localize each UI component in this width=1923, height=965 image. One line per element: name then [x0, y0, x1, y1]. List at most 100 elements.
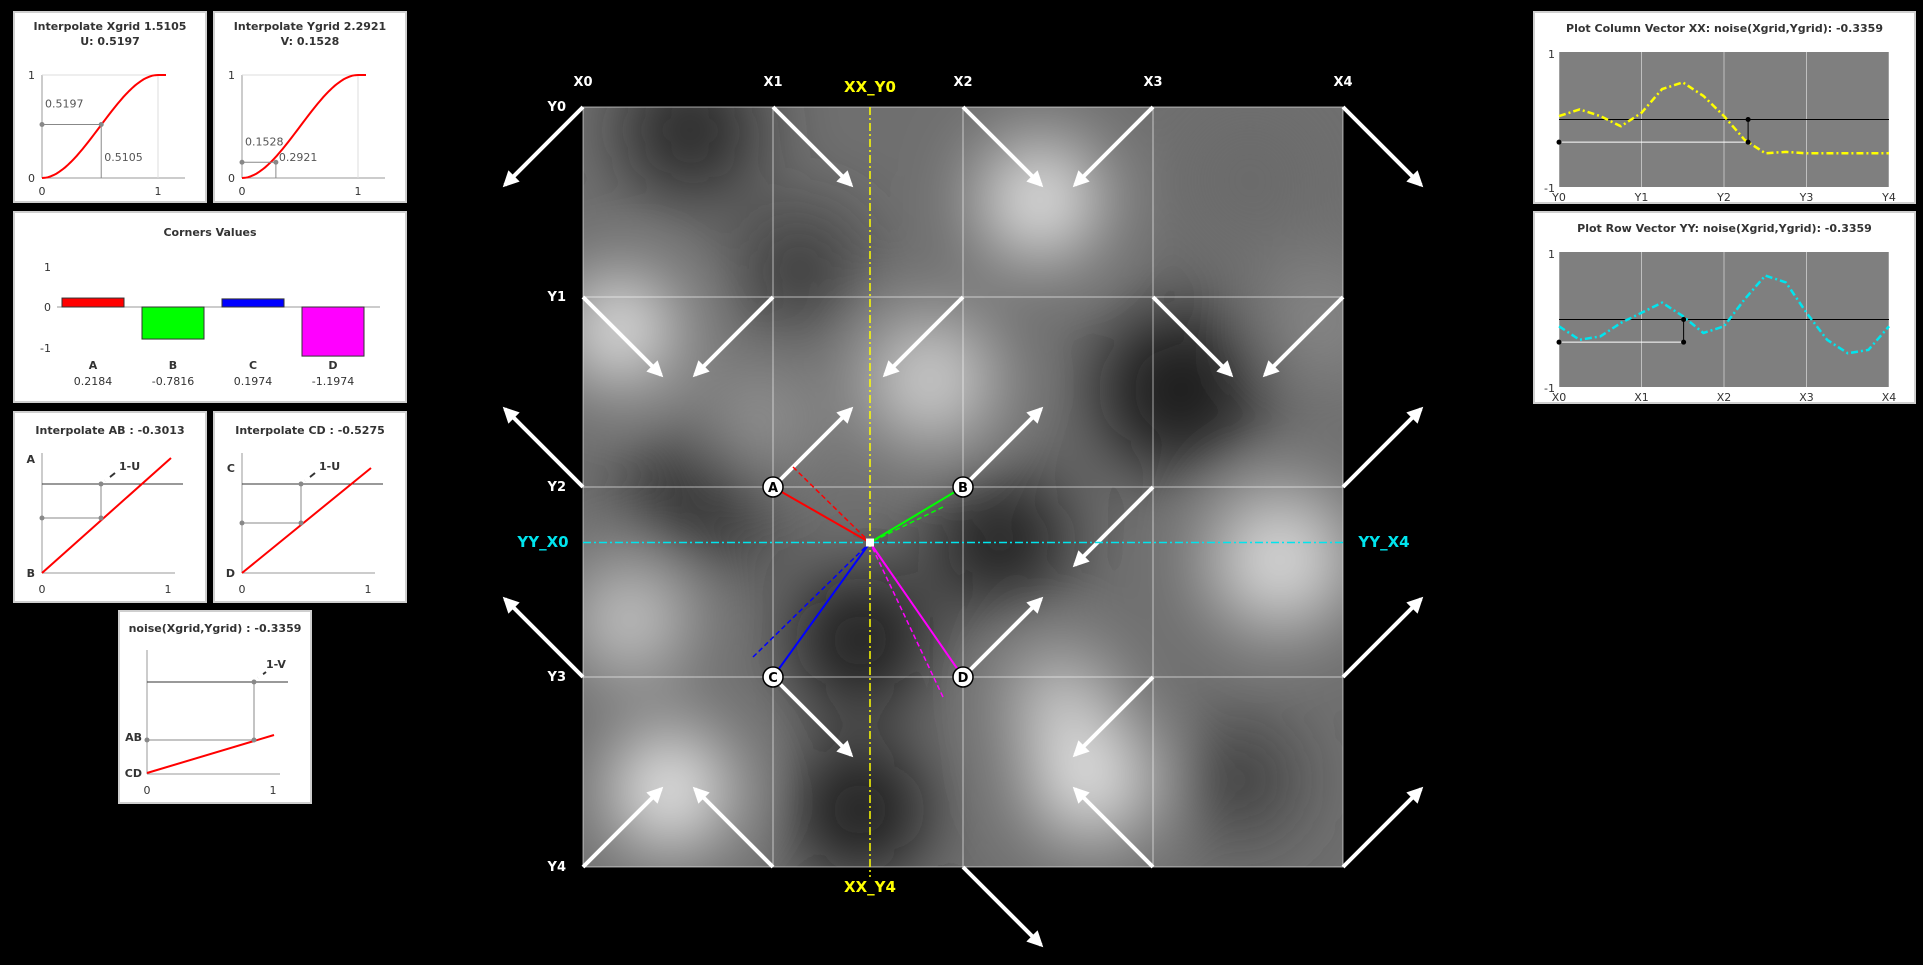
row-vector-chart: 1 -1 X0 X1 X2 X3 X4 [1544, 248, 1897, 404]
smoothstep-chart: 0.1528 0.2921 1 0 0 1 [228, 69, 385, 198]
corner-bar [141, 306, 205, 340]
marker-point [1681, 339, 1687, 345]
corner-label: B [958, 481, 968, 496]
gradient-arrow [502, 105, 585, 188]
lerp-chart: 1-V AB CD 0 1 [125, 650, 288, 797]
interpolate-ab-panel: Interpolate AB : -0.3013 1-U A B 0 1 [13, 411, 207, 603]
xx-y0-label: XX_Y0 [844, 78, 896, 96]
noise-blob [1190, 120, 1310, 240]
top-label: C [227, 462, 235, 475]
noise-blob [930, 470, 1070, 610]
noise-result-panel: noise(Xgrid,Ygrid) : -0.3359 1-V AB CD 0… [118, 610, 312, 804]
bar-name-label: A [89, 359, 98, 372]
x-tick-1: 1 [270, 784, 277, 797]
guide-point [239, 159, 245, 165]
bottom-label: B [27, 567, 35, 580]
curve-point [273, 159, 279, 165]
corner-label: A [768, 481, 778, 496]
interpolate-xgrid-panel: Interpolate Xgrid 1.5105 U: 0.5197 0.5197… [13, 11, 207, 203]
noise-blob [610, 730, 730, 850]
bar-value-label: 0.1974 [234, 375, 273, 388]
x-tick-label: Y4 [1881, 191, 1896, 204]
bar-name-label: C [249, 359, 257, 372]
bar-value-label: -1.1974 [312, 375, 354, 388]
noise-blob [1095, 305, 1265, 475]
yy-x4-label: YY_X4 [1357, 533, 1409, 551]
y2-label: Y2 [547, 480, 566, 495]
x-tick-label: X3 [1799, 391, 1814, 404]
gradient-arrow [1341, 105, 1424, 188]
x-tick-1: 1 [355, 185, 362, 198]
x-tick-0: 0 [239, 583, 246, 596]
marker-point [1745, 117, 1751, 122]
corners-bar-chart: 1 0 -1 A 0.2184 B -0.7816 C 0.1974 D -1.1974 [40, 261, 380, 388]
smoothstep-chart: 0.5197 0.5105 1 0 0 1 [28, 69, 185, 198]
x-tick-1: 1 [365, 583, 372, 596]
noise-blob [980, 140, 1100, 260]
gradient-arrow [961, 865, 1044, 948]
bar-value-label: -0.7816 [152, 375, 194, 388]
y-tick-1: 1 [28, 69, 35, 82]
x-tick-label: X0 [1552, 391, 1567, 404]
column-vector-plot-panel: Plot Column Vector XX: noise(Xgrid,Ygrid… [1533, 11, 1916, 204]
y-tick-0: 0 [28, 172, 35, 185]
cd-label: CD [125, 767, 142, 780]
noise-blob [790, 570, 930, 710]
x-tick-0: 0 [239, 185, 246, 198]
corner-bar [61, 297, 125, 308]
x-tick-label: Y0 [1551, 191, 1566, 204]
marker-point [1556, 139, 1562, 145]
tick-pos-1: 1 [44, 261, 51, 274]
x0-label: X0 [573, 75, 592, 90]
y3-label: Y3 [547, 670, 566, 685]
frac-value-label: 0.2921 [279, 151, 318, 164]
x-tick-label: X2 [1717, 391, 1732, 404]
bar-value-label: 0.2184 [74, 375, 113, 388]
x-tick-0: 0 [144, 784, 151, 797]
tick-zero: 0 [44, 301, 51, 314]
x-tick-0: 0 [39, 185, 46, 198]
noise-blob [710, 370, 810, 470]
marker-label: 1-U [319, 460, 340, 473]
x-tick-0: 0 [39, 583, 46, 596]
gradient-arrow [1341, 406, 1424, 489]
column-vector-chart: 1 -1 Y0 Y1 Y2 Y3 Y4 [1544, 48, 1896, 204]
interpolate-ygrid-panel: Interpolate Ygrid 2.2921 V: 0.1528 0.1528… [213, 11, 407, 203]
x-tick-1: 1 [165, 583, 172, 596]
x3-label: X3 [1143, 75, 1162, 90]
top-label: A [26, 453, 35, 466]
sample-point [865, 538, 874, 547]
noise-blob [620, 107, 760, 200]
row-vector-plot-panel: Plot Row Vector YY: noise(Xgrid,Ygrid): … [1533, 211, 1916, 404]
lerp-chart: 1-U A B 0 1 [26, 453, 183, 596]
bottom-label: D [226, 567, 235, 580]
marker-label: 1-U [119, 460, 140, 473]
ab-label: AB [125, 731, 142, 744]
x4-label: X4 [1333, 75, 1352, 90]
corner-bar [221, 298, 285, 308]
marker-point [1556, 339, 1562, 345]
x-tick-label: Y1 [1634, 191, 1649, 204]
xx-y4-label: XX_Y4 [844, 878, 896, 896]
noise-texture [583, 107, 1343, 867]
x2-label: X2 [953, 75, 972, 90]
guide-point [39, 121, 45, 127]
gradient-arrow [1341, 786, 1424, 869]
curve-point [98, 121, 104, 127]
x-tick-label: X4 [1882, 391, 1897, 404]
noise-blob [790, 740, 930, 867]
yy-x0-label: YY_X0 [516, 533, 568, 551]
corner-bar [301, 306, 365, 357]
x-tick-1: 1 [155, 185, 162, 198]
y-tick-top: 1 [1548, 48, 1555, 61]
y0-label: Y0 [547, 100, 566, 115]
frac-value-label: 0.5105 [104, 151, 143, 164]
noise-blob [583, 275, 675, 385]
y1-label: Y1 [547, 290, 566, 305]
bar-name-label: D [328, 359, 337, 372]
marker-point [1745, 139, 1751, 145]
lerp-chart: 1-U C D 0 1 [226, 453, 383, 596]
x1-label: X1 [763, 75, 782, 90]
y4-label: Y4 [547, 860, 566, 875]
v-value-label: 0.1528 [245, 135, 284, 148]
